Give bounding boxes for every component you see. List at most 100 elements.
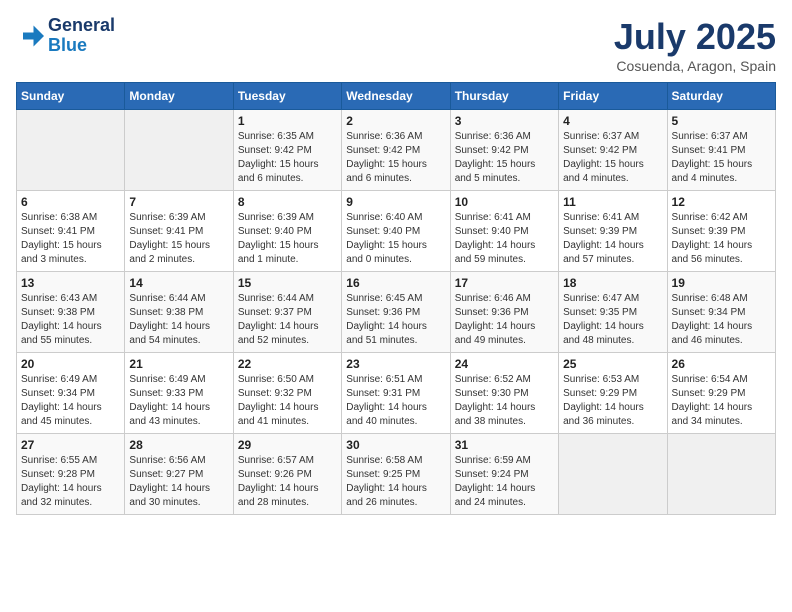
calendar-cell: 13Sunrise: 6:43 AM Sunset: 9:38 PM Dayli… — [17, 272, 125, 353]
calendar-cell: 27 Sunrise: 6:55 AM Sunset: 9:28 PM Dayli… — [17, 434, 125, 515]
calendar-week-3: 20 Sunrise: 6:49 AM Sunset: 9:34 PM Dayli… — [17, 353, 776, 434]
day-number: 3 — [455, 114, 554, 128]
day-info: Sunrise: 6:44 AM Sunset: 9:37 PM Dayligh… — [238, 292, 337, 348]
calendar-cell: 12 Sunrise: 6:42 AM Sunset: 9:39 PM Dayli… — [667, 191, 775, 272]
day-info: Sunrise: 6:50 AM Sunset: 9:32 PM Dayligh… — [238, 373, 337, 429]
day-number: 29 — [238, 438, 337, 452]
day-number: 28 — [129, 438, 228, 452]
calendar-cell: 22 Sunrise: 6:50 AM Sunset: 9:32 PM Dayli… — [233, 353, 341, 434]
day-info: Sunrise: 6:37 AM Sunset: 9:42 PM Dayligh… — [563, 130, 662, 186]
day-info: Sunrise: 6:40 AM Sunset: 9:40 PM Dayligh… — [346, 211, 445, 267]
day-number: 14 — [129, 276, 228, 290]
day-number: 12 — [672, 195, 771, 209]
calendar-cell: 17Sunrise: 6:46 AM Sunset: 9:36 PM Dayli… — [450, 272, 558, 353]
calendar-cell: 30Sunrise: 6:58 AM Sunset: 9:25 PM Dayli… — [342, 434, 450, 515]
calendar-cell — [559, 434, 667, 515]
day-info: Sunrise: 6:48 AM Sunset: 9:34 PM Dayligh… — [672, 292, 771, 348]
calendar-cell: 24 Sunrise: 6:52 AM Sunset: 9:30 PM Dayli… — [450, 353, 558, 434]
day-info: Sunrise: 6:59 AM Sunset: 9:24 PM Dayligh… — [455, 454, 554, 510]
logo-text: General Blue — [48, 16, 115, 56]
calendar-cell: 11Sunrise: 6:41 AM Sunset: 9:39 PM Dayli… — [559, 191, 667, 272]
day-number: 5 — [672, 114, 771, 128]
calendar-cell — [667, 434, 775, 515]
calendar-cell: 26Sunrise: 6:54 AM Sunset: 9:29 PM Dayli… — [667, 353, 775, 434]
calendar-cell: 2 Sunrise: 6:36 AM Sunset: 9:42 PM Daylig… — [342, 110, 450, 191]
calendar-cell: 5 Sunrise: 6:37 AM Sunset: 9:41 PM Daylig… — [667, 110, 775, 191]
day-number: 22 — [238, 357, 337, 371]
calendar-table: Sunday Monday Tuesday Wednesday Thursday… — [16, 82, 776, 515]
day-info: Sunrise: 6:42 AM Sunset: 9:39 PM Dayligh… — [672, 211, 771, 267]
calendar-body: 1Sunrise: 6:35 AM Sunset: 9:42 PM Daylig… — [17, 110, 776, 515]
logo-icon — [16, 22, 44, 50]
day-number: 30 — [346, 438, 445, 452]
calendar-cell: 15 Sunrise: 6:44 AM Sunset: 9:37 PM Dayli… — [233, 272, 341, 353]
day-number: 2 — [346, 114, 445, 128]
day-info: Sunrise: 6:44 AM Sunset: 9:38 PM Dayligh… — [129, 292, 228, 348]
day-info: Sunrise: 6:35 AM Sunset: 9:42 PM Dayligh… — [238, 130, 337, 186]
day-number: 15 — [238, 276, 337, 290]
calendar-cell: 8Sunrise: 6:39 AM Sunset: 9:40 PM Daylig… — [233, 191, 341, 272]
day-number: 18 — [563, 276, 662, 290]
calendar-cell: 4 Sunrise: 6:37 AM Sunset: 9:42 PM Daylig… — [559, 110, 667, 191]
day-info: Sunrise: 6:45 AM Sunset: 9:36 PM Dayligh… — [346, 292, 445, 348]
day-info: Sunrise: 6:56 AM Sunset: 9:27 PM Dayligh… — [129, 454, 228, 510]
day-info: Sunrise: 6:38 AM Sunset: 9:41 PM Dayligh… — [21, 211, 120, 267]
calendar-cell: 29 Sunrise: 6:57 AM Sunset: 9:26 PM Dayli… — [233, 434, 341, 515]
calendar-cell — [17, 110, 125, 191]
day-number: 25 — [563, 357, 662, 371]
calendar-cell: 25 Sunrise: 6:53 AM Sunset: 9:29 PM Dayli… — [559, 353, 667, 434]
day-info: Sunrise: 6:55 AM Sunset: 9:28 PM Dayligh… — [21, 454, 120, 510]
col-wednesday: Wednesday — [342, 83, 450, 110]
calendar-cell: 16 Sunrise: 6:45 AM Sunset: 9:36 PM Dayli… — [342, 272, 450, 353]
page-header: General Blue July 2025 Cosuenda, Aragon,… — [16, 16, 776, 74]
day-number: 21 — [129, 357, 228, 371]
calendar-cell: 9 Sunrise: 6:40 AM Sunset: 9:40 PM Daylig… — [342, 191, 450, 272]
month-title: July 2025 — [614, 16, 776, 58]
col-saturday: Saturday — [667, 83, 775, 110]
logo: General Blue — [16, 16, 115, 56]
calendar-cell: 3 Sunrise: 6:36 AM Sunset: 9:42 PM Daylig… — [450, 110, 558, 191]
day-info: Sunrise: 6:53 AM Sunset: 9:29 PM Dayligh… — [563, 373, 662, 429]
day-info: Sunrise: 6:52 AM Sunset: 9:30 PM Dayligh… — [455, 373, 554, 429]
calendar-cell: 7Sunrise: 6:39 AM Sunset: 9:41 PM Daylig… — [125, 191, 233, 272]
day-info: Sunrise: 6:57 AM Sunset: 9:26 PM Dayligh… — [238, 454, 337, 510]
weekday-row: Sunday Monday Tuesday Wednesday Thursday… — [17, 83, 776, 110]
day-info: Sunrise: 6:36 AM Sunset: 9:42 PM Dayligh… — [455, 130, 554, 186]
day-number: 11 — [563, 195, 662, 209]
day-number: 24 — [455, 357, 554, 371]
day-info: Sunrise: 6:49 AM Sunset: 9:34 PM Dayligh… — [21, 373, 120, 429]
title-block: July 2025 Cosuenda, Aragon, Spain — [614, 16, 776, 74]
day-number: 16 — [346, 276, 445, 290]
logo-line2: Blue — [48, 36, 115, 56]
day-number: 4 — [563, 114, 662, 128]
day-info: Sunrise: 6:37 AM Sunset: 9:41 PM Dayligh… — [672, 130, 771, 186]
col-tuesday: Tuesday — [233, 83, 341, 110]
calendar-week-4: 27 Sunrise: 6:55 AM Sunset: 9:28 PM Dayli… — [17, 434, 776, 515]
day-number: 9 — [346, 195, 445, 209]
calendar-cell: 23Sunrise: 6:51 AM Sunset: 9:31 PM Dayli… — [342, 353, 450, 434]
day-info: Sunrise: 6:54 AM Sunset: 9:29 PM Dayligh… — [672, 373, 771, 429]
day-info: Sunrise: 6:51 AM Sunset: 9:31 PM Dayligh… — [346, 373, 445, 429]
day-number: 6 — [21, 195, 120, 209]
calendar-cell: 14 Sunrise: 6:44 AM Sunset: 9:38 PM Dayli… — [125, 272, 233, 353]
day-info: Sunrise: 6:41 AM Sunset: 9:40 PM Dayligh… — [455, 211, 554, 267]
calendar-cell: 1Sunrise: 6:35 AM Sunset: 9:42 PM Daylig… — [233, 110, 341, 191]
day-number: 27 — [21, 438, 120, 452]
calendar-cell: 21 Sunrise: 6:49 AM Sunset: 9:33 PM Dayli… — [125, 353, 233, 434]
col-thursday: Thursday — [450, 83, 558, 110]
day-info: Sunrise: 6:49 AM Sunset: 9:33 PM Dayligh… — [129, 373, 228, 429]
col-sunday: Sunday — [17, 83, 125, 110]
day-number: 13 — [21, 276, 120, 290]
calendar-cell: 20 Sunrise: 6:49 AM Sunset: 9:34 PM Dayli… — [17, 353, 125, 434]
calendar-cell: 18 Sunrise: 6:47 AM Sunset: 9:35 PM Dayli… — [559, 272, 667, 353]
day-info: Sunrise: 6:47 AM Sunset: 9:35 PM Dayligh… — [563, 292, 662, 348]
col-monday: Monday — [125, 83, 233, 110]
day-number: 20 — [21, 357, 120, 371]
location-subtitle: Cosuenda, Aragon, Spain — [614, 58, 776, 74]
day-info: Sunrise: 6:36 AM Sunset: 9:42 PM Dayligh… — [346, 130, 445, 186]
day-number: 31 — [455, 438, 554, 452]
calendar-cell: 31 Sunrise: 6:59 AM Sunset: 9:24 PM Dayli… — [450, 434, 558, 515]
calendar-cell: 19Sunrise: 6:48 AM Sunset: 9:34 PM Dayli… — [667, 272, 775, 353]
day-info: Sunrise: 6:39 AM Sunset: 9:41 PM Dayligh… — [129, 211, 228, 267]
calendar-header: Sunday Monday Tuesday Wednesday Thursday… — [17, 83, 776, 110]
